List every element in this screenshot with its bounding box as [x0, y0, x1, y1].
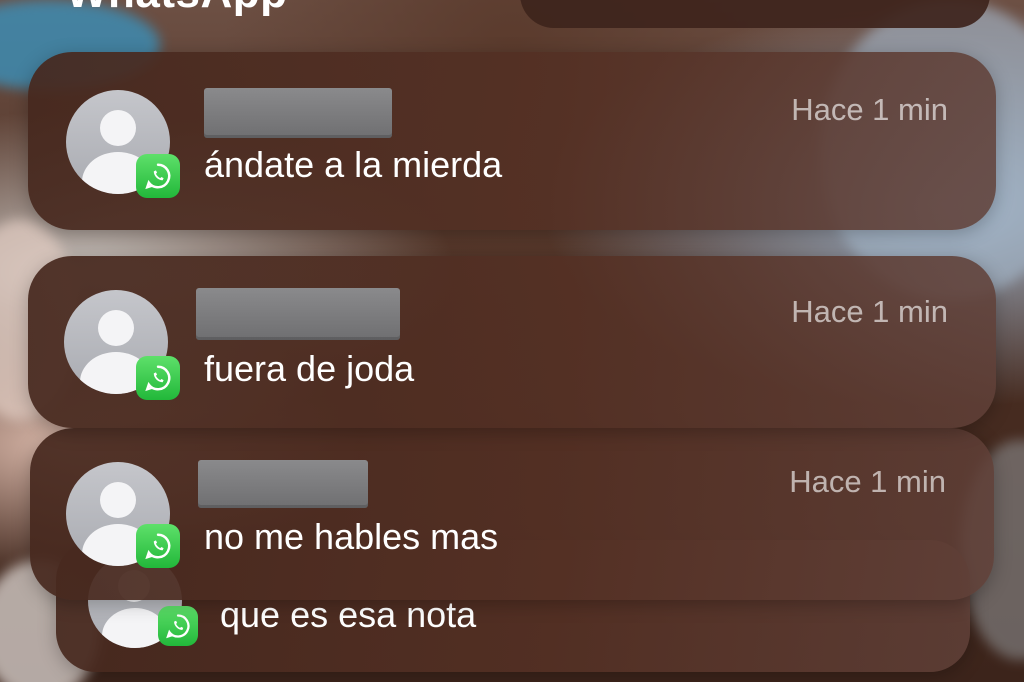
- notification-message: ándate a la mierda: [204, 144, 503, 185]
- notification-time: Hace 1 min: [791, 294, 948, 329]
- notification-message: fuera de joda: [204, 348, 415, 389]
- notification-card[interactable]: Hace 1 min no me hables mas: [30, 428, 994, 600]
- notification-message: no me hables mas: [204, 516, 499, 557]
- notification-time: Hace 1 min: [791, 92, 948, 127]
- notification-message: que es esa nota: [220, 594, 477, 635]
- redacted-contact-name: [204, 88, 392, 138]
- redacted-contact-name: [198, 460, 368, 508]
- lock-screen: WhatsApp que es esa nota Hace 1 min: [0, 0, 1024, 682]
- redacted-contact-name: [196, 288, 400, 340]
- notification-card[interactable]: Hace 1 min fuera de joda: [28, 256, 996, 428]
- whatsapp-icon: [136, 524, 180, 568]
- notification-card[interactable]: Hace 1 min ándate a la mierda: [28, 52, 996, 230]
- whatsapp-icon: [136, 154, 180, 198]
- partial-notification-card[interactable]: [520, 0, 990, 28]
- notification-time: Hace 1 min: [789, 464, 946, 499]
- whatsapp-icon: [158, 606, 198, 646]
- whatsapp-icon: [136, 356, 180, 400]
- app-group-title: WhatsApp: [66, 0, 288, 18]
